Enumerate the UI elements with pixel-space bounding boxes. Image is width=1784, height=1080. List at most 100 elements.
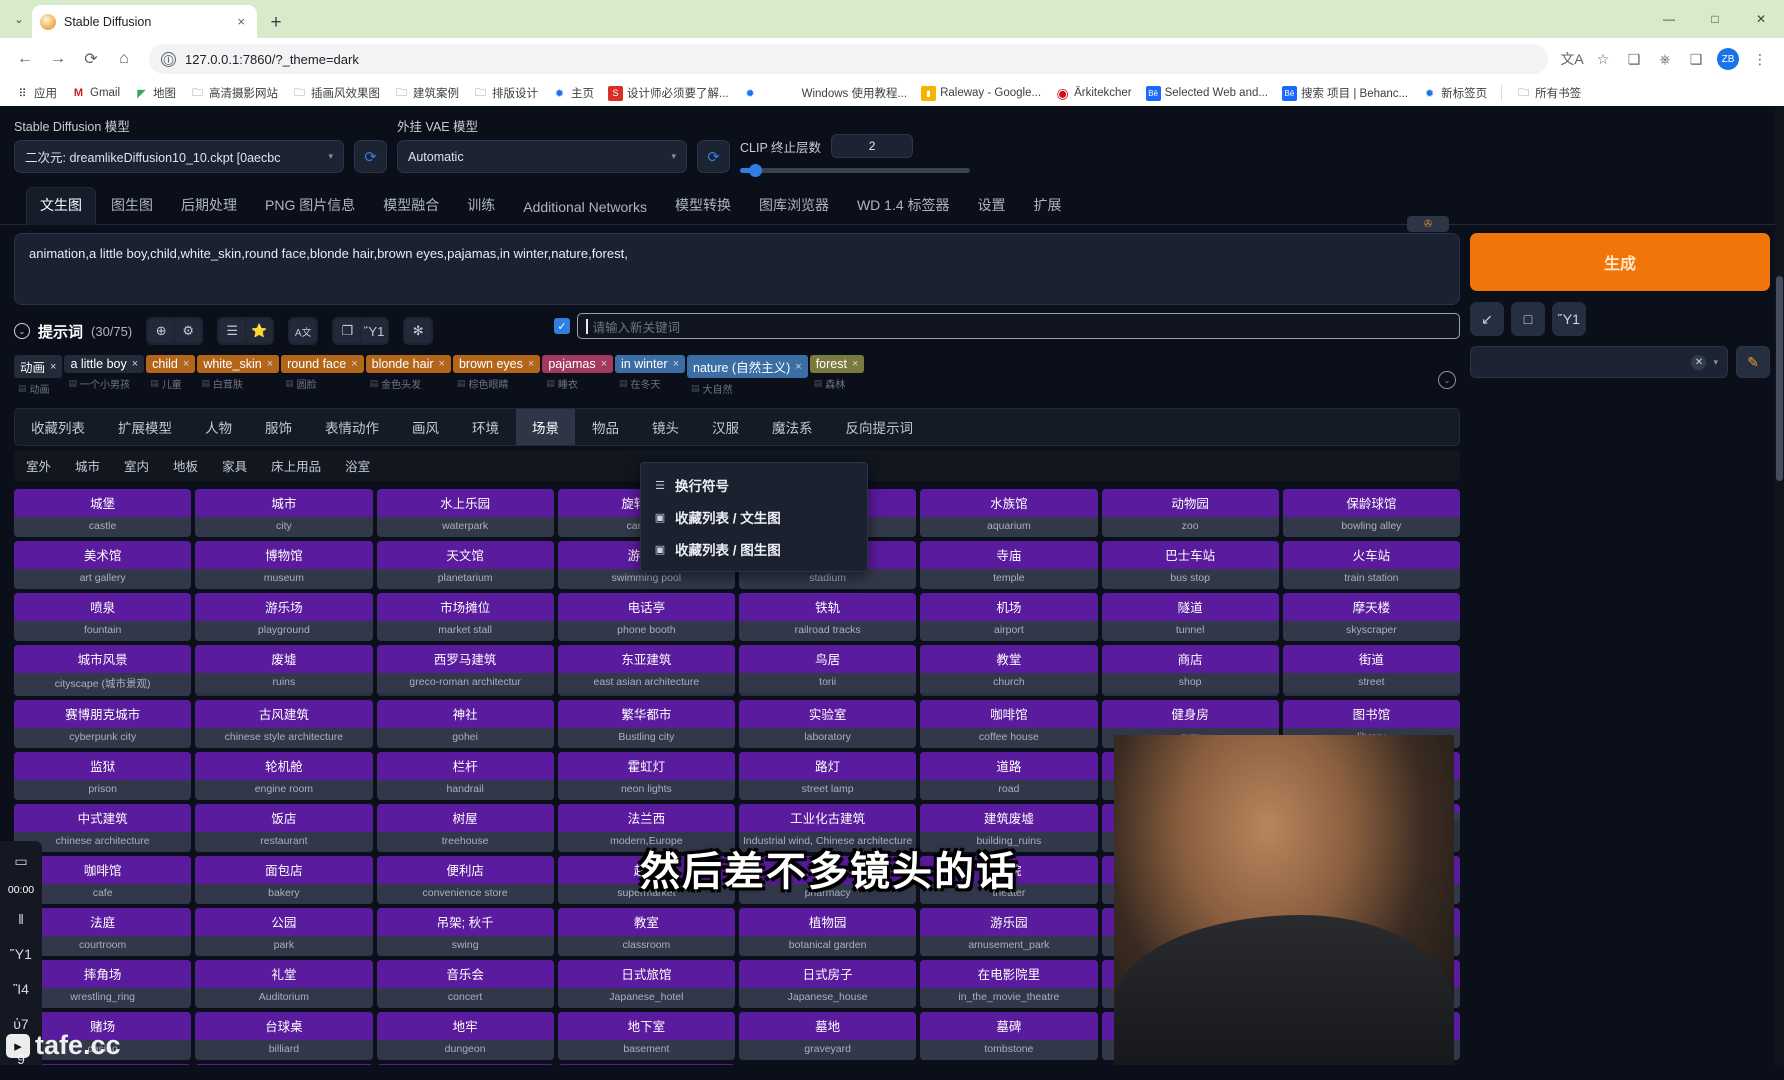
prompt-tag-pill[interactable]: round face × — [281, 355, 364, 373]
tag-card[interactable]: 游乐场 playground — [195, 593, 372, 641]
tag-card[interactable]: 山谷valley — [558, 1064, 735, 1065]
category-negative-prompt[interactable]: 反向提示词 — [830, 409, 930, 445]
tag-card[interactable]: 摩天楼 skyscraper — [1283, 593, 1460, 641]
scrollbar-thumb[interactable] — [1776, 276, 1783, 481]
maximize-button[interactable]: □ — [1692, 0, 1738, 38]
tag-card[interactable]: 市场摊位 market stall — [377, 593, 554, 641]
remove-tag-icon[interactable]: × — [50, 361, 56, 373]
category-objects[interactable]: 物品 — [576, 409, 635, 445]
expand-tags-chevron-icon[interactable]: ⌄ — [1438, 371, 1456, 389]
home-icon[interactable]: ⌂ — [109, 44, 139, 74]
tag-card[interactable]: 地下室 basement — [558, 1012, 735, 1060]
tab-extras[interactable]: 后期处理 — [168, 188, 250, 224]
bookmark-item[interactable]: S 设计师必须要了解... — [602, 83, 735, 103]
tag-card[interactable]: 植物园 botanical garden — [739, 908, 916, 956]
remove-tag-icon[interactable]: × — [351, 358, 357, 370]
tag-card[interactable]: 吊架; 秋千 swing — [377, 908, 554, 956]
tag-card[interactable]: 道路 road — [920, 752, 1097, 800]
prompt-tag-pill[interactable]: 动画 × — [14, 355, 62, 378]
bookmark-icon[interactable]: ⭐ — [246, 319, 272, 343]
tag-card[interactable]: 街道 street — [1283, 645, 1460, 696]
gear-icon[interactable]: ⚙ — [175, 319, 201, 343]
clear-styles-icon[interactable]: ✕ — [1691, 355, 1706, 370]
reload-icon[interactable]: ⟳ — [76, 44, 106, 74]
tag-card[interactable]: 美术馆 art gallery — [14, 541, 191, 589]
tag-card[interactable]: 面包店 bakery — [195, 856, 372, 904]
category-characters[interactable]: 人物 — [189, 409, 248, 445]
remove-tag-icon[interactable]: × — [528, 358, 534, 370]
tab-extensions[interactable]: 扩展 — [1021, 188, 1075, 224]
tag-card[interactable]: 日式旅馆 Japanese_hotel — [558, 960, 735, 1008]
subcategory-bathroom[interactable]: 浴室 — [333, 450, 382, 481]
tag-card[interactable]: 教室 classroom — [558, 908, 735, 956]
collapse-icon[interactable]: ⌄ — [14, 323, 30, 339]
vae-model-select[interactable]: Automatic ▾ — [397, 140, 687, 173]
refresh-vae-button[interactable]: ⟳ — [697, 140, 730, 173]
side-panel-icon[interactable]: ❑ — [1682, 45, 1710, 73]
remove-tag-icon[interactable]: × — [132, 358, 138, 370]
tag-card[interactable]: 咖啡馆 coffee house — [920, 700, 1097, 748]
subcategory-bedding[interactable]: 床上用品 — [259, 450, 333, 481]
subcategory-outdoor[interactable]: 室外 — [14, 450, 63, 481]
new-tab-button[interactable]: + — [261, 8, 291, 38]
tag-card[interactable]: 城市风景 cityscape (城市景观) — [14, 645, 191, 696]
tag-card[interactable]: 城市 city — [195, 489, 372, 537]
profile-avatar[interactable]: ZB — [1717, 48, 1739, 70]
tag-card[interactable]: 音乐会 concert — [377, 960, 554, 1008]
trash-icon[interactable]: Ὕ1 — [361, 319, 387, 343]
close-window-button[interactable]: ✕ — [1738, 0, 1784, 38]
extensions-icon[interactable]: ⎈ — [1651, 45, 1679, 73]
tag-card[interactable]: 赛博朋克城市 cyberpunk city — [14, 700, 191, 748]
clip-skip-slider[interactable] — [740, 168, 970, 173]
prompt-tag-pill[interactable]: in winter × — [615, 355, 685, 373]
category-clothing[interactable]: 服饰 — [249, 409, 308, 445]
prompt-tag-pill[interactable]: white_skin × — [197, 355, 279, 373]
tag-card[interactable]: 水族馆 aquarium — [920, 489, 1097, 537]
tag-card[interactable]: 墓地 graveyard — [739, 1012, 916, 1060]
subcategory-floor[interactable]: 地板 — [161, 450, 210, 481]
tag-card[interactable]: 西罗马建筑 greco-roman architectur — [377, 645, 554, 696]
bookmark-item[interactable]: ✹ — [737, 84, 768, 103]
tab-model-converter[interactable]: 模型转换 — [662, 188, 744, 224]
tag-card[interactable]: 教堂 church — [920, 645, 1097, 696]
dropdown-item-newline[interactable]: ☰ 换行符号 — [641, 469, 867, 501]
remove-tag-icon[interactable]: × — [673, 358, 679, 370]
prompt-tag[interactable]: round face × ▤ 圆脸 — [281, 355, 364, 391]
tag-card[interactable]: 东亚建筑 east asian architecture — [558, 645, 735, 696]
tag-card[interactable]: 地牢 dungeon — [377, 1012, 554, 1060]
tag-card[interactable]: 隧道 tunnel — [1102, 593, 1279, 641]
tag-card[interactable]: 保龄球馆 bowling alley — [1283, 489, 1460, 537]
tab-wd14-tagger[interactable]: WD 1.4 标签器 — [844, 188, 963, 224]
new-keyword-input[interactable]: 请输入新关键词 — [577, 313, 1460, 339]
remove-tag-icon[interactable]: × — [439, 358, 445, 370]
category-magic[interactable]: 魔法系 — [756, 409, 829, 445]
tag-card[interactable]: 桥bridge — [377, 1064, 554, 1065]
bookmark-item[interactable]: M Gmail — [65, 84, 126, 103]
prompt-badge-icon[interactable]: ✇ — [1407, 216, 1449, 232]
translate-icon[interactable]: A文 — [290, 319, 316, 343]
tag-card[interactable]: 墓碑 tombstone — [920, 1012, 1097, 1060]
prompt-tag[interactable]: child × ▤ 儿童 — [146, 355, 195, 391]
generate-button[interactable]: 生成 — [1470, 233, 1770, 291]
bookmark-item[interactable]: ◉ Ärkitekcher — [1049, 84, 1138, 103]
bookmark-item[interactable]: 🗀 建筑案例 — [388, 83, 465, 103]
tab-txt2img[interactable]: 文生图 — [26, 187, 96, 225]
styles-select[interactable]: ✕ ▾ — [1470, 346, 1728, 378]
sd-model-select[interactable]: 二次元: dreamlikeDiffusion10_10.ckpt [0aecb… — [14, 140, 344, 173]
close-icon[interactable]: × — [233, 12, 249, 31]
tag-card[interactable]: 火车站 train station — [1283, 541, 1460, 589]
forward-icon[interactable]: → — [43, 44, 73, 74]
tag-card[interactable]: 轮机舱 engine room — [195, 752, 372, 800]
category-favorites[interactable]: 收藏列表 — [15, 409, 101, 445]
pause-icon[interactable]: ‖ — [8, 907, 34, 931]
address-bar[interactable]: ⓘ 127.0.0.1:7860/?_theme=dark — [149, 44, 1548, 74]
prompt-tag[interactable]: a little boy × ▤ 一个小男孩 — [64, 355, 144, 391]
tag-card[interactable]: 台球桌 billiard — [195, 1012, 372, 1060]
tag-card[interactable]: 机场 airport — [920, 593, 1097, 641]
prompt-tag[interactable]: forest × ▤ 森林 — [810, 355, 865, 391]
prompt-tag-pill[interactable]: pajamas × — [542, 355, 613, 373]
category-expressions-actions[interactable]: 表情动作 — [309, 409, 395, 445]
tab-checkpoint-merger[interactable]: 模型融合 — [370, 188, 452, 224]
keyword-checkbox[interactable]: ✓ — [554, 318, 570, 334]
trash-icon[interactable]: Ὕ1 — [8, 942, 34, 966]
